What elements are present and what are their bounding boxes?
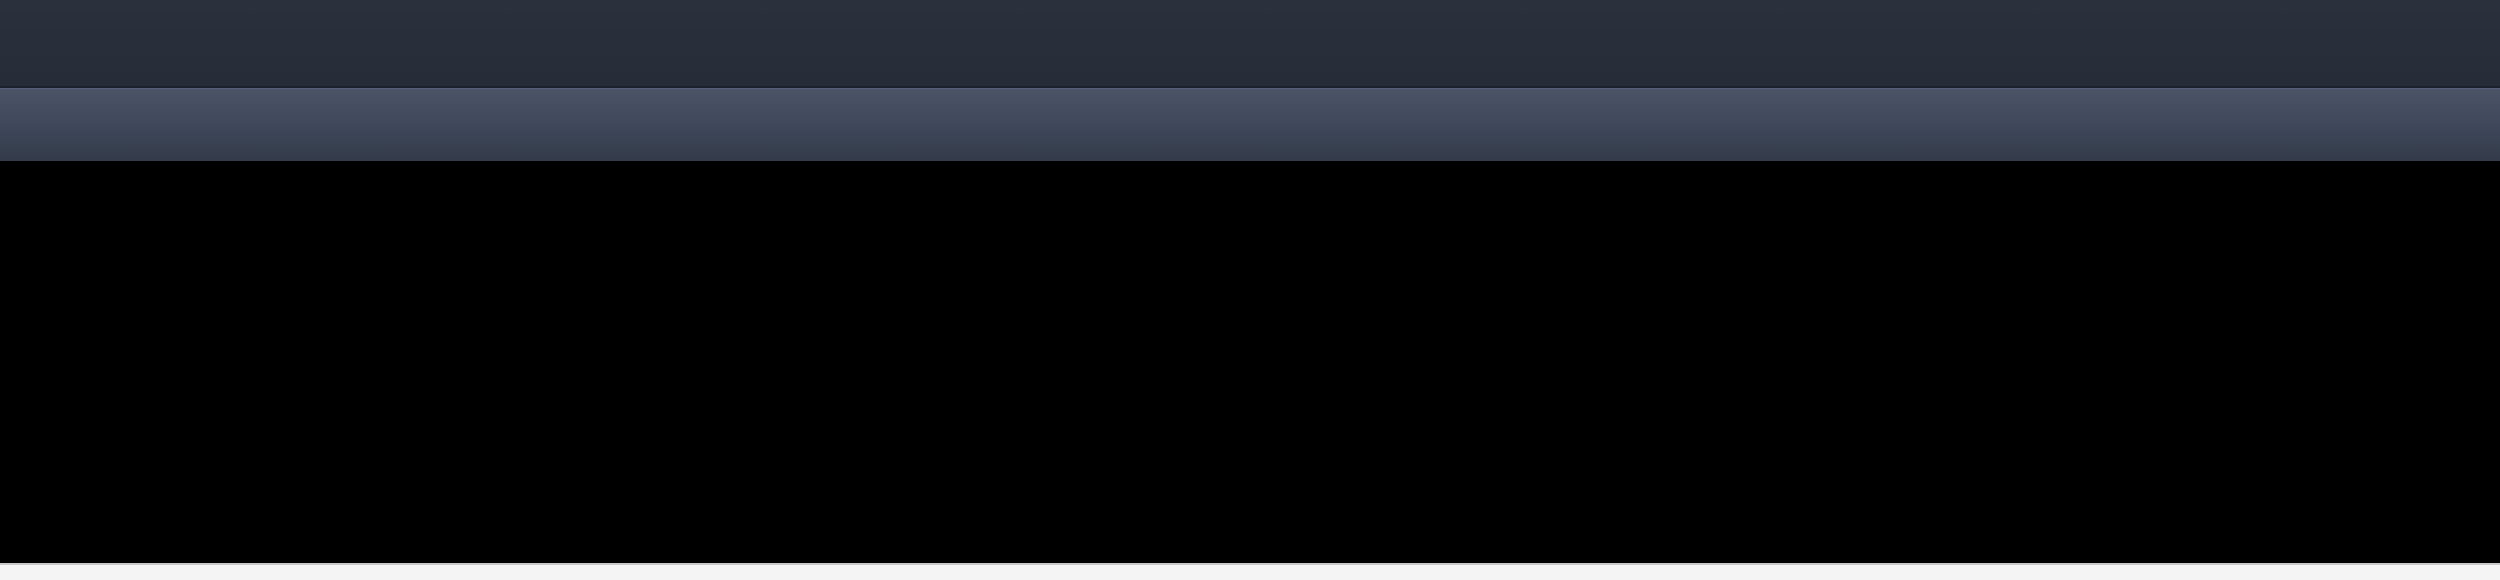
app-window <box>0 0 2500 580</box>
toolbar <box>0 88 2500 161</box>
content-area[interactable] <box>0 161 2500 563</box>
title-bar <box>0 0 2500 88</box>
window-bottom-edge <box>0 563 2500 580</box>
